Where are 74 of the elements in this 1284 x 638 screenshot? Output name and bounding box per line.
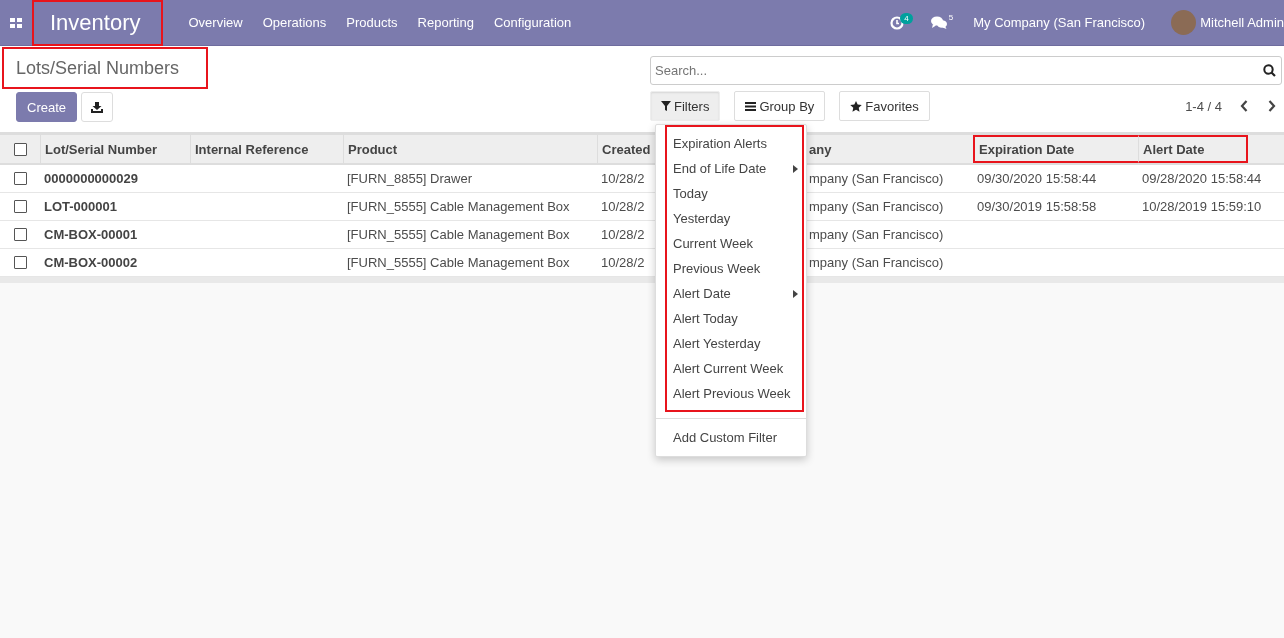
pager-value: 1-4 / 4 (1185, 98, 1222, 114)
row-checkbox[interactable] (13, 228, 27, 241)
clock-icon[interactable] (890, 15, 905, 30)
row-checkbox[interactable] (13, 256, 27, 269)
list-icon (745, 101, 757, 111)
create-button[interactable]: Create (16, 92, 78, 122)
date-cell: 10/28/2 (601, 199, 645, 214)
column-header[interactable]: Lot/Serial Number (40, 135, 190, 163)
date-cell: 09/30/2020 15:58:44 (977, 171, 1097, 186)
filter-menu-item[interactable]: Current Week (667, 231, 802, 256)
row-checkbox[interactable] (13, 172, 27, 185)
date-cell: 09/30/2019 15:58:58 (977, 199, 1097, 214)
select-all-checkbox[interactable] (13, 142, 27, 156)
nav-menu-item[interactable]: Overview (178, 15, 253, 30)
filter-menu-item[interactable]: End of Life Date (667, 156, 802, 181)
submenu-caret-icon (793, 164, 798, 173)
column-header[interactable]: Created (597, 135, 653, 163)
product-cell: [FURN_8855] Drawer (347, 171, 472, 186)
add-custom-filter-item[interactable]: Add Custom Filter (656, 425, 806, 450)
company-cell: mpany (San Francisco) (809, 171, 944, 186)
filter-menu-item[interactable]: Yesterday (667, 206, 802, 231)
date-cell: 10/28/2 (601, 171, 645, 186)
submenu-caret-icon (793, 289, 798, 298)
nav-menu-item[interactable]: Products (336, 15, 408, 30)
nav-menu-item[interactable]: Reporting (407, 15, 484, 30)
column-header[interactable]: Expiration Date (973, 135, 1138, 163)
company-switcher[interactable]: My Company (San Francisco) (973, 15, 1146, 30)
lot-number: LOT-000001 (44, 199, 117, 214)
filter-menu-item[interactable]: Today (667, 181, 802, 206)
filter-menu-item[interactable]: Alert Today (667, 306, 802, 331)
filter-menu-item[interactable]: Alert Current Week (667, 356, 802, 381)
date-cell: 10/28/2 (601, 255, 645, 270)
column-header[interactable]: any (808, 135, 973, 163)
app-name[interactable]: Inventory (32, 0, 163, 46)
lot-number: CM-BOX-00002 (44, 255, 138, 270)
product-cell: [FURN_5555] Cable Management Box (347, 255, 570, 270)
filter-menu-item[interactable]: Alert Previous Week (667, 381, 802, 406)
filter-menu-item[interactable]: Alert Date (667, 281, 802, 306)
chevron-left-icon[interactable] (1240, 100, 1248, 112)
column-header[interactable]: Product (343, 135, 597, 163)
lot-number: 0000000000029 (44, 171, 138, 186)
date-cell: 10/28/2 (601, 227, 645, 242)
filter-icon (661, 101, 671, 111)
search-icon[interactable] (1263, 64, 1276, 77)
filter-menu-item[interactable]: Previous Week (667, 256, 802, 281)
download-icon (91, 101, 104, 113)
activity-count-badge: 4 (900, 13, 913, 24)
search-option-button[interactable]: Group By (734, 91, 826, 121)
date-cell: 09/28/2020 15:58:44 (1142, 171, 1262, 186)
product-cell: [FURN_5555] Cable Management Box (347, 199, 570, 214)
filter-menu-item[interactable]: Alert Yesterday (667, 331, 802, 356)
user-menu[interactable]: Mitchell Admin (1200, 15, 1284, 30)
column-header[interactable]: Internal Reference (190, 135, 343, 163)
page-title: Lots/Serial Numbers (2, 47, 208, 89)
apps-menu-icon[interactable] (10, 17, 22, 28)
chat-bubbles-icon[interactable] (930, 16, 947, 29)
lot-number: CM-BOX-00001 (44, 227, 138, 242)
search-option-button[interactable]: Filters (650, 91, 721, 121)
download-button[interactable] (81, 92, 114, 122)
column-header[interactable]: Alert Date (1138, 135, 1248, 163)
product-cell: [FURN_5555] Cable Management Box (347, 227, 570, 242)
date-cell: 10/28/2019 15:59:10 (1142, 199, 1262, 214)
company-cell: mpany (San Francisco) (809, 255, 944, 270)
search-option-button[interactable]: Favorites (839, 91, 930, 121)
chevron-right-icon[interactable] (1268, 100, 1276, 112)
star-icon (850, 100, 863, 112)
nav-menu-item[interactable]: Configuration (483, 15, 582, 30)
row-checkbox[interactable] (13, 200, 27, 213)
company-cell: mpany (San Francisco) (809, 199, 944, 214)
filter-menu-item[interactable]: Expiration Alerts (667, 131, 802, 156)
company-cell: mpany (San Francisco) (809, 227, 944, 242)
nav-menu-item[interactable]: Operations (252, 15, 337, 30)
search-field[interactable]: Search... (650, 56, 1282, 85)
message-count: 5 (948, 13, 954, 22)
